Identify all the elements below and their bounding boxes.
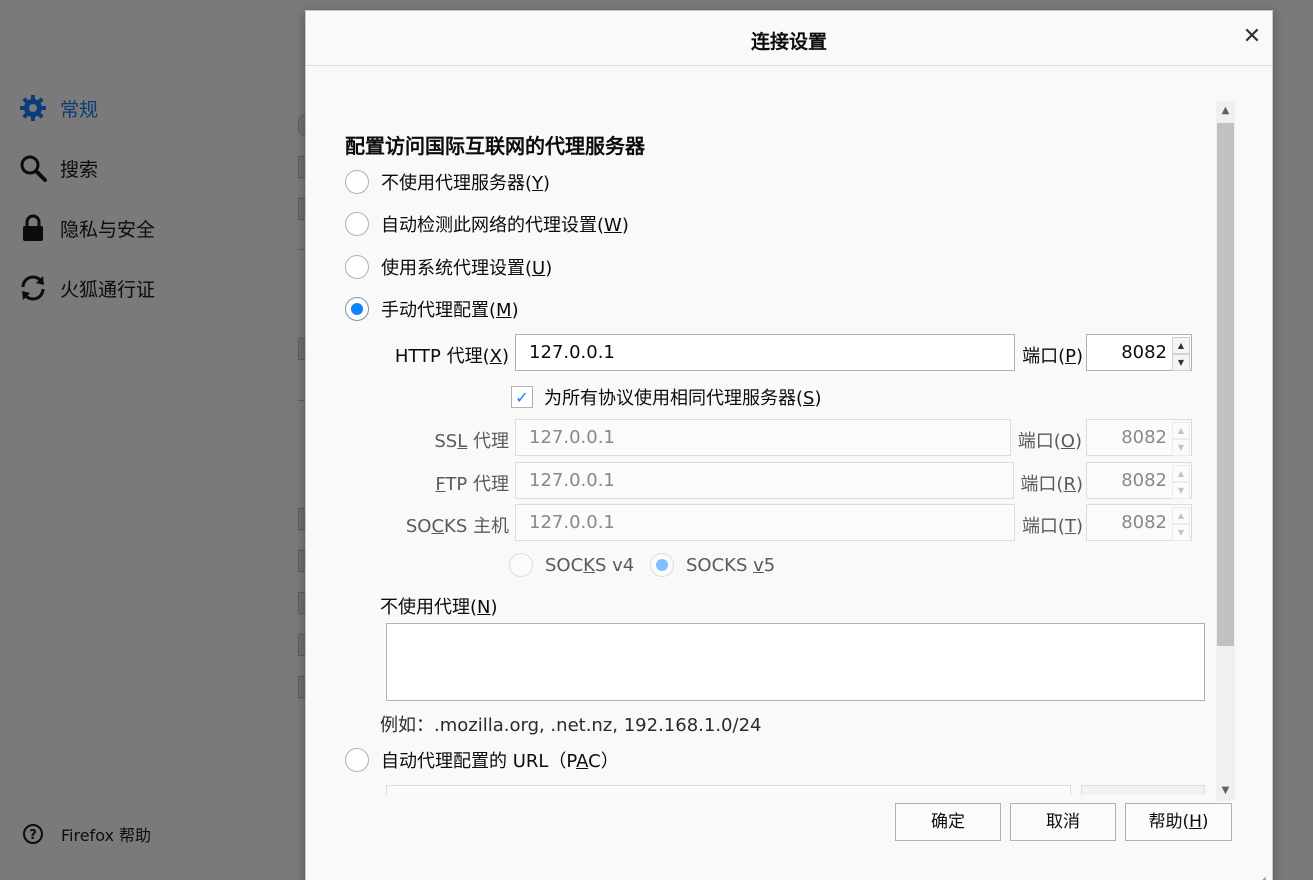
radio-button[interactable] xyxy=(345,170,369,194)
ssl-port-label: 端口(O) xyxy=(1017,431,1082,452)
checkbox-checked[interactable]: ✓ xyxy=(511,386,533,408)
sidebar-item-search[interactable]: 搜索 xyxy=(18,152,98,184)
radio-button-checked[interactable] xyxy=(345,297,369,321)
scrollbar-thumb[interactable] xyxy=(1217,123,1234,646)
http-port-stepper[interactable]: 8082 ▲ ▼ xyxy=(1086,334,1192,371)
dialog-title: 连接设置 xyxy=(750,31,827,53)
resize-grip-icon[interactable]: ◢ xyxy=(1258,875,1270,880)
sidebar-item-label: 火狐通行证 xyxy=(60,278,156,301)
ssl-proxy-input[interactable]: 127.0.0.1 xyxy=(515,419,1011,456)
gear-icon xyxy=(18,93,48,123)
socks-host-label: SOCKS 主机 xyxy=(405,516,509,537)
radio-label: 手动代理配置(M) xyxy=(381,300,519,321)
stepper-up-icon[interactable]: ▲ xyxy=(1172,422,1190,439)
section-title: 配置访问国际互联网的代理服务器 xyxy=(345,134,645,158)
radio-label: SOCKS v4 xyxy=(545,554,635,576)
settings-sidebar: 常规 搜索 隐私与安全 火狐通行证 ? Firefox 帮助 xyxy=(0,0,305,880)
checkbox-label: 为所有协议使用相同代理服务器(S) xyxy=(544,388,822,409)
sidebar-item-sync[interactable]: 火狐通行证 xyxy=(18,272,155,304)
help-button[interactable]: 帮助(H) xyxy=(1125,803,1232,841)
socks-port-label: 端口(T) xyxy=(1021,516,1083,537)
dialog-header: 连接设置 ✕ xyxy=(306,11,1272,66)
http-port-label: 端口(P) xyxy=(1022,346,1083,367)
radio-pac-url[interactable]: 自动代理配置的 URL（PAC） xyxy=(345,747,619,773)
radio-label: 自动代理配置的 URL（PAC） xyxy=(381,751,619,772)
scroll-down-icon[interactable]: ▼ xyxy=(1216,781,1235,801)
radio-button[interactable] xyxy=(509,553,533,577)
radio-socks-v4[interactable]: SOCKS v4 xyxy=(509,553,634,577)
http-proxy-input[interactable]: 127.0.0.1 xyxy=(515,334,1015,371)
firefox-help-link[interactable]: ? Firefox 帮助 xyxy=(22,822,151,846)
ftp-port-label: 端口(R) xyxy=(1020,474,1083,495)
ftp-port-stepper[interactable]: 8082 ▲ ▼ xyxy=(1086,462,1192,499)
radio-button[interactable] xyxy=(345,748,369,772)
sidebar-item-label: 隐私与安全 xyxy=(60,218,156,241)
ssl-proxy-label: SSL 代理 xyxy=(434,431,509,452)
radio-system-proxy[interactable]: 使用系统代理设置(U) xyxy=(345,254,552,280)
connection-settings-dialog: 连接设置 ✕ 配置访问国际互联网的代理服务器 不使用代理服务器(Y) 自动检测此… xyxy=(305,10,1273,880)
stepper-up-icon[interactable]: ▲ xyxy=(1172,507,1190,524)
dialog-content: 配置访问国际互联网的代理服务器 不使用代理服务器(Y) 自动检测此网络的代理设置… xyxy=(306,67,1216,801)
http-proxy-label: HTTP 代理(X) xyxy=(394,346,509,367)
no-proxy-for-label: 不使用代理(N) xyxy=(380,597,498,618)
stepper-up-icon[interactable]: ▲ xyxy=(1172,465,1190,482)
radio-button-checked[interactable] xyxy=(650,553,674,577)
ftp-proxy-label: FTP 代理 xyxy=(435,474,509,495)
same-proxy-checkbox-row[interactable]: ✓ 为所有协议使用相同代理服务器(S) xyxy=(511,384,822,410)
sidebar-item-label: 搜索 xyxy=(60,158,99,181)
radio-no-proxy[interactable]: 不使用代理服务器(Y) xyxy=(345,169,550,195)
pac-reload-button[interactable] xyxy=(1081,785,1205,795)
svg-text:?: ? xyxy=(29,828,37,843)
sync-icon xyxy=(18,273,48,303)
stepper-down-icon[interactable]: ▼ xyxy=(1172,439,1190,456)
stepper-down-icon[interactable]: ▼ xyxy=(1172,354,1190,371)
radio-label: 自动检测此网络的代理设置(W) xyxy=(381,215,629,236)
ftp-proxy-input[interactable]: 127.0.0.1 xyxy=(515,462,1014,499)
no-proxy-for-textarea[interactable] xyxy=(386,623,1205,701)
radio-label: 使用系统代理设置(U) xyxy=(381,258,553,279)
ok-button[interactable]: 确定 xyxy=(895,803,1001,841)
pac-url-input[interactable] xyxy=(386,785,1071,795)
radio-socks-v5[interactable]: SOCKS v5 xyxy=(650,553,775,577)
help-icon: ? xyxy=(22,823,44,845)
ssl-port-stepper[interactable]: 8082 ▲ ▼ xyxy=(1086,419,1192,456)
radio-label: SOCKS v5 xyxy=(686,554,776,576)
radio-button[interactable] xyxy=(345,212,369,236)
radio-label: 不使用代理服务器(Y) xyxy=(381,173,551,194)
sidebar-item-privacy[interactable]: 隐私与安全 xyxy=(18,212,155,244)
close-icon[interactable]: ✕ xyxy=(1240,25,1264,49)
dialog-scrollbar[interactable]: ▲ ▼ xyxy=(1216,101,1235,801)
example-hint: 例如：.mozilla.org, .net.nz, 192.168.1.0/24 xyxy=(380,715,762,736)
stepper-up-icon[interactable]: ▲ xyxy=(1172,337,1190,354)
lock-icon xyxy=(18,213,48,243)
socks-port-stepper[interactable]: 8082 ▲ ▼ xyxy=(1086,504,1192,541)
search-icon xyxy=(18,153,48,183)
radio-button[interactable] xyxy=(345,255,369,279)
stepper-down-icon[interactable]: ▼ xyxy=(1172,482,1190,499)
radio-auto-detect[interactable]: 自动检测此网络的代理设置(W) xyxy=(345,211,629,237)
scroll-up-icon[interactable]: ▲ xyxy=(1216,101,1235,121)
help-label: Firefox 帮助 xyxy=(61,826,152,845)
stepper-down-icon[interactable]: ▼ xyxy=(1172,524,1190,541)
sidebar-item-label: 常规 xyxy=(60,98,99,121)
cancel-button[interactable]: 取消 xyxy=(1010,803,1116,841)
sidebar-item-general[interactable]: 常规 xyxy=(18,92,98,124)
radio-manual-proxy[interactable]: 手动代理配置(M) xyxy=(345,296,519,322)
socks-host-input[interactable]: 127.0.0.1 xyxy=(515,504,1015,541)
